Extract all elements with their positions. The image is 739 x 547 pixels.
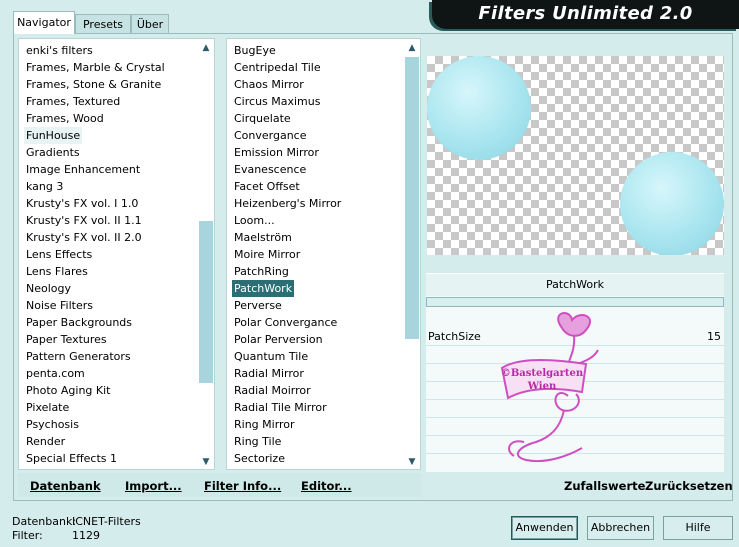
filter-item[interactable]: Maelström <box>232 229 294 246</box>
category-item[interactable]: Paper Backgrounds <box>24 314 134 331</box>
watermark-banner <box>500 359 588 400</box>
filter-scroll-thumb[interactable] <box>405 57 419 339</box>
footer-db-label: Datenbank: <box>12 515 77 528</box>
category-item[interactable]: Frames, Marble & Crystal <box>24 59 167 76</box>
category-item[interactable]: Lens Effects <box>24 246 94 263</box>
category-item[interactable]: Krusty's FX vol. II 2.0 <box>24 229 144 246</box>
filter-info-button[interactable]: Filter Info... <box>204 479 281 493</box>
category-item[interactable]: Gradients <box>24 144 82 161</box>
scroll-down-icon[interactable]: ▼ <box>198 455 214 469</box>
footer-db-value: ICNET-Filters <box>72 515 141 528</box>
filter-item[interactable]: Polar Perversion <box>232 331 325 348</box>
category-item[interactable]: Noise Filters <box>24 297 95 314</box>
category-scroll-thumb[interactable] <box>199 221 213 383</box>
filter-list[interactable]: BugEye Centripedal Tile Chaos Mirror Circus… <box>226 38 421 470</box>
footer-filter-label: Filter: <box>12 529 43 542</box>
category-item[interactable]: Neology <box>24 280 73 297</box>
filter-item[interactable]: Chaos Mirror <box>232 76 306 93</box>
filter-item[interactable]: Loom... <box>232 212 277 229</box>
reset-button[interactable]: Zurücksetzen <box>645 479 733 493</box>
category-item[interactable]: Pixelate <box>24 399 71 416</box>
filter-item[interactable]: PatchRing <box>232 263 291 280</box>
filter-item[interactable]: Radial Moirror <box>232 382 313 399</box>
cancel-button[interactable]: Abbrechen <box>587 516 654 540</box>
category-item[interactable]: Frames, Wood <box>24 110 106 127</box>
filter-item[interactable]: PatchWork <box>232 280 295 297</box>
filter-item[interactable]: Centripedal Tile <box>232 59 323 76</box>
category-item[interactable]: Lens Flares <box>24 263 90 280</box>
param-name: PatchSize <box>428 330 481 343</box>
category-item[interactable]: penta.com <box>24 365 87 382</box>
title-banner: Filters Unlimited 2.0 <box>432 0 739 29</box>
app-title: Filters Unlimited 2.0 <box>478 3 693 24</box>
filter-item[interactable]: Quantum Tile <box>232 348 310 365</box>
filter-item[interactable]: Ring Tile <box>232 433 283 450</box>
watermark-line1: ©Bastelgarten <box>501 368 584 379</box>
filter-item[interactable]: Radial Tile Mirror <box>232 399 329 416</box>
watermark-logo: ©Bastelgarten Wien <box>500 312 599 462</box>
apply-button[interactable]: Anwenden <box>511 516 578 540</box>
filter-item[interactable]: Radial Mirror <box>232 365 306 382</box>
filter-item[interactable]: Cirquelate <box>232 110 293 127</box>
tab-presets[interactable]: Presets <box>75 14 131 33</box>
category-scrollbar[interactable]: ▲ ▼ <box>198 39 214 469</box>
filter-item[interactable]: Heizenberg's Mirror <box>232 195 343 212</box>
selected-filter-name: PatchWork <box>426 273 724 296</box>
filter-item[interactable]: Ring Mirror <box>232 416 297 433</box>
filter-item[interactable]: Circus Maximus <box>232 93 322 110</box>
filter-scrollbar[interactable]: ▲ ▼ <box>404 39 420 469</box>
category-item[interactable]: enki's filters <box>24 42 95 59</box>
scroll-up-icon[interactable]: ▲ <box>198 41 214 55</box>
category-item[interactable]: Frames, Textured <box>24 93 122 110</box>
editor-button[interactable]: Editor... <box>301 479 352 493</box>
category-item[interactable]: Render <box>24 433 67 450</box>
category-item[interactable]: Special Effects 1 <box>24 450 119 467</box>
category-item[interactable]: kang 3 <box>24 178 65 195</box>
preview-sphere <box>620 152 724 255</box>
category-item[interactable]: Psychosis <box>24 416 81 433</box>
help-button[interactable]: Hilfe <box>663 516 733 540</box>
filter-item[interactable]: Emission Mirror <box>232 144 321 161</box>
tab-navigator[interactable]: Navigator <box>13 11 75 34</box>
filter-item[interactable]: Convergance <box>232 127 309 144</box>
category-item[interactable]: Photo Aging Kit <box>24 382 112 399</box>
filter-item[interactable]: Sectorize <box>232 450 287 467</box>
scroll-down-icon[interactable]: ▼ <box>404 455 420 469</box>
footer-filter-value: 1129 <box>72 529 100 542</box>
scroll-up-icon[interactable]: ▲ <box>404 41 420 55</box>
category-item[interactable]: Image Enhancement <box>24 161 142 178</box>
category-item[interactable]: Krusty's FX vol. II 1.1 <box>24 212 144 229</box>
filter-item[interactable]: Moire Mirror <box>232 246 302 263</box>
category-item[interactable]: FunHouse <box>24 127 83 144</box>
preview-canvas <box>427 56 724 255</box>
tab-ueber[interactable]: Über <box>131 14 169 33</box>
watermark-line2: Wien <box>527 381 557 392</box>
param-value: 15 <box>707 330 721 343</box>
database-button[interactable]: Datenbank <box>30 479 101 493</box>
category-list[interactable]: enki's filters Frames, Marble & Crystal Fr… <box>18 38 215 470</box>
category-item[interactable]: Pattern Generators <box>24 348 133 365</box>
filter-item[interactable]: Polar Convergance <box>232 314 339 331</box>
filter-item[interactable]: Perverse <box>232 297 284 314</box>
import-button[interactable]: Import... <box>125 479 182 493</box>
preview-sphere <box>427 56 531 160</box>
category-item[interactable]: Paper Textures <box>24 331 109 348</box>
category-item[interactable]: Krusty's FX vol. I 1.0 <box>24 195 140 212</box>
filter-item[interactable]: BugEye <box>232 42 278 59</box>
filter-item[interactable]: Evanescence <box>232 161 308 178</box>
category-item[interactable]: Frames, Stone & Granite <box>24 76 163 93</box>
filter-item[interactable]: Facet Offset <box>232 178 302 195</box>
random-values-button[interactable]: Zufallswerte <box>564 479 645 493</box>
